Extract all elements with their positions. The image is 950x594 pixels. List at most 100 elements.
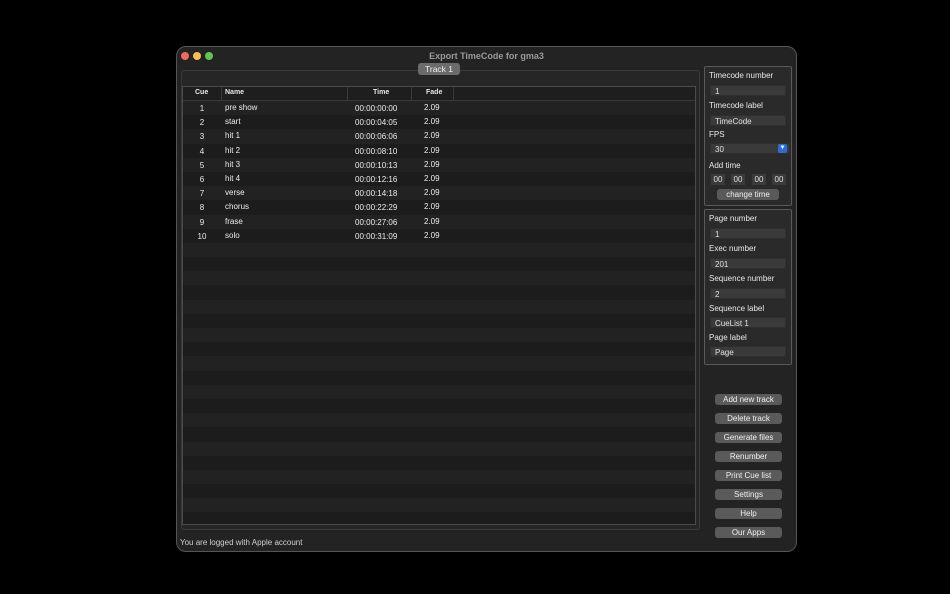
renumber-button[interactable]: Renumber xyxy=(715,451,782,462)
page-label-label: Page label xyxy=(709,333,747,342)
fps-select[interactable]: 30 ▼ xyxy=(710,143,790,154)
table-row[interactable]: 5 hit 3 00:00:10:13 2.09 xyxy=(183,157,695,172)
empty-table-row[interactable] xyxy=(183,413,695,428)
time-cell: 00:00:10:13 xyxy=(355,160,398,170)
name-cell: hit 4 xyxy=(225,173,241,183)
empty-table-row[interactable] xyxy=(183,384,695,399)
fade-cell: 2.09 xyxy=(424,145,440,155)
table-row[interactable]: 10 solo 00:00:31:09 2.09 xyxy=(183,228,695,243)
timecode-label-field[interactable]: TimeCode xyxy=(710,115,786,126)
empty-table-row[interactable] xyxy=(183,257,695,272)
empty-table-row[interactable] xyxy=(183,427,695,442)
help-button[interactable]: Help xyxy=(715,508,782,519)
time-cell: 00:00:27:06 xyxy=(355,217,398,227)
empty-table-row[interactable] xyxy=(183,484,695,499)
cue-cell: 9 xyxy=(199,217,205,227)
fade-cell: 2.09 xyxy=(424,173,440,183)
table-row[interactable]: 8 chorus 00:00:22:29 2.09 xyxy=(183,200,695,215)
table-row[interactable]: 9 frase 00:00:27:06 2.09 xyxy=(183,214,695,229)
time-cell: 00:00:22:29 xyxy=(355,203,398,213)
empty-table-row[interactable] xyxy=(183,242,695,258)
time-cell: 00:00:06:06 xyxy=(355,132,398,142)
cue-table[interactable]: Cue Name Time Fade 1 pre show 00:00:00:00 2… xyxy=(182,86,696,525)
sequence-label-label: Sequence label xyxy=(709,304,765,313)
fade-cell: 2.09 xyxy=(424,230,440,240)
add-time-hours-field[interactable]: 00 xyxy=(711,174,725,185)
fade-cell: 2.09 xyxy=(424,188,440,198)
add-time-seconds-field[interactable]: 00 xyxy=(752,174,766,185)
timecode-number-label: Timecode number xyxy=(709,71,774,80)
empty-table-row[interactable] xyxy=(183,455,695,470)
column-header-fade[interactable]: Fade xyxy=(426,89,442,96)
empty-table-row[interactable] xyxy=(183,469,695,485)
sequence-settings-group: Page number 1 Exec number 201 Sequence n… xyxy=(704,209,792,365)
empty-table-row[interactable] xyxy=(183,441,695,456)
add-time-minutes-field[interactable]: 00 xyxy=(731,174,745,185)
title-bar[interactable]: Export TimeCode for gma3 xyxy=(177,47,796,65)
empty-table-row[interactable] xyxy=(183,328,695,343)
fade-cell: 2.09 xyxy=(424,202,440,212)
empty-table-row[interactable] xyxy=(183,498,695,513)
fade-cell: 2.09 xyxy=(424,103,440,112)
table-row[interactable]: 2 start 00:00:04:05 2.09 xyxy=(183,115,695,130)
time-cell: 00:00:04:05 xyxy=(355,118,398,128)
cue-cell: 8 xyxy=(199,203,205,213)
timecode-settings-group: Timecode number 1 Timecode label TimeCod… xyxy=(704,66,792,206)
tab-track-1[interactable]: Track 1 xyxy=(418,63,460,75)
empty-table-row[interactable] xyxy=(183,313,695,328)
sequence-number-label: Sequence number xyxy=(709,274,775,283)
exec-number-field[interactable]: 201 xyxy=(710,258,786,269)
table-row[interactable]: 7 verse 00:00:14:18 2.09 xyxy=(183,186,695,201)
table-row[interactable]: 6 hit 4 00:00:12:16 2.09 xyxy=(183,171,695,187)
sequence-number-field[interactable]: 2 xyxy=(710,288,786,299)
column-header-cue[interactable]: Cue xyxy=(195,89,208,96)
column-divider xyxy=(453,87,454,100)
settings-button[interactable]: Settings xyxy=(715,489,782,500)
name-cell: hit 1 xyxy=(225,131,241,141)
empty-table-row[interactable] xyxy=(183,342,695,357)
cue-cell: 3 xyxy=(199,132,205,142)
add-time-label: Add time xyxy=(709,161,741,170)
empty-table-row[interactable] xyxy=(183,299,695,314)
name-cell: hit 2 xyxy=(225,145,241,155)
name-cell: chorus xyxy=(225,202,250,212)
exec-number-label: Exec number xyxy=(709,244,757,253)
empty-table-row[interactable] xyxy=(183,356,695,371)
generate-files-button[interactable]: Generate files xyxy=(715,432,782,443)
cue-cell: 5 xyxy=(199,160,205,170)
change-time-button[interactable]: change time xyxy=(717,189,779,200)
table-row[interactable]: 1 pre show 00:00:00:00 2.09 xyxy=(183,101,695,116)
page-number-label: Page number xyxy=(709,214,758,223)
empty-table-row[interactable] xyxy=(183,370,695,385)
time-cell: 00:00:31:09 xyxy=(355,231,398,241)
delete-track-button[interactable]: Delete track xyxy=(715,413,782,424)
time-cell: 00:00:00:00 xyxy=(355,104,398,113)
column-header-time[interactable]: Time xyxy=(373,89,389,96)
page-label-field[interactable]: Page xyxy=(710,346,786,357)
add-new-track-button[interactable]: Add new track xyxy=(715,394,782,405)
table-row[interactable]: 4 hit 2 00:00:08:10 2.09 xyxy=(183,143,695,158)
sequence-label-field[interactable]: CueList 1 xyxy=(710,317,786,328)
our-apps-button[interactable]: Our Apps xyxy=(715,527,782,538)
name-cell: verse xyxy=(225,188,245,198)
print-cue-list-button[interactable]: Print Cue list xyxy=(715,470,782,481)
column-header-name[interactable]: Name xyxy=(225,89,244,96)
name-cell: frase xyxy=(225,216,243,226)
table-header: Cue Name Time Fade xyxy=(183,87,695,101)
cue-cell: 7 xyxy=(199,189,205,199)
table-row[interactable]: 3 hit 1 00:00:06:06 2.09 xyxy=(183,129,695,144)
cue-cell: 6 xyxy=(199,174,205,184)
empty-table-row[interactable] xyxy=(183,512,695,524)
empty-table-row[interactable] xyxy=(183,285,695,300)
name-cell: solo xyxy=(225,230,240,240)
empty-table-row[interactable] xyxy=(183,271,695,286)
empty-table-row[interactable] xyxy=(183,398,695,414)
timecode-number-field[interactable]: 1 xyxy=(710,85,786,96)
cue-cell: 2 xyxy=(199,118,205,128)
fade-cell: 2.09 xyxy=(424,159,440,169)
cue-cell: 10 xyxy=(197,231,207,241)
chevron-down-icon[interactable]: ▼ xyxy=(778,144,787,153)
page-number-field[interactable]: 1 xyxy=(710,228,786,239)
add-time-frames-field[interactable]: 00 xyxy=(772,174,786,185)
fade-cell: 2.09 xyxy=(424,117,440,127)
